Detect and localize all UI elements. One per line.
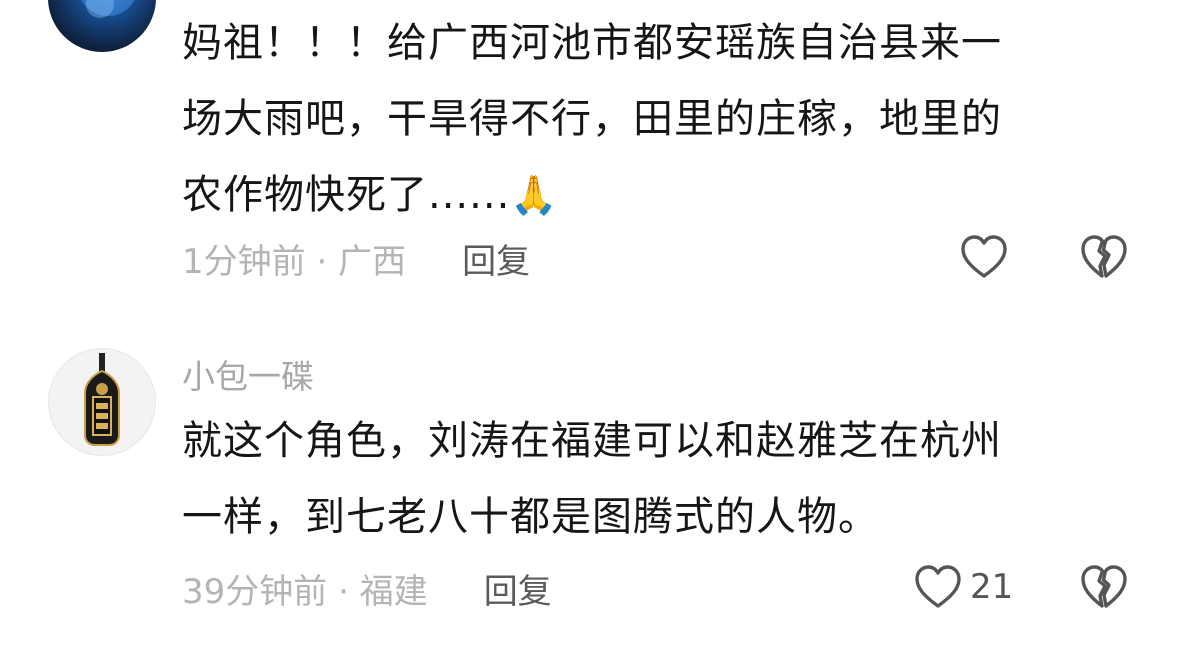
comment-list: 妈祖！！！给广西河池市都安瑶族自治县来一 场大雨吧，干旱得不行，田里的庄稼，地里… — [0, 0, 1179, 661]
avatar[interactable] — [48, 348, 156, 456]
comment-meta: 1分钟前 · 广西 — [182, 241, 407, 282]
avatar-image — [84, 353, 120, 446]
comment-text: 就这个角色，刘涛在福建可以和赵雅芝在杭州 一样，到七老八十都是图腾式的人物。 — [182, 403, 1102, 555]
comment-line: 场大雨吧，干旱得不行，田里的庄稼，地里的 — [182, 96, 1002, 142]
dislike-button[interactable] — [1080, 234, 1128, 280]
comment-line: 一样，到七老八十都是图腾式的人物。 — [182, 494, 879, 540]
broken-heart-icon — [1080, 564, 1128, 610]
avatar[interactable] — [48, 0, 156, 52]
broken-heart-icon — [1080, 234, 1128, 280]
reply-button[interactable]: 回复 — [462, 234, 530, 283]
pray-emoji: 🙏 — [510, 173, 559, 217]
comment-meta-row: 1分钟前 · 广西 回复 — [182, 234, 530, 283]
like-button[interactable] — [960, 234, 1016, 280]
comment-line: 就这个角色，刘涛在福建可以和赵雅芝在杭州 — [182, 418, 1002, 464]
comment-meta: 39分钟前 · 福建 — [182, 571, 428, 612]
like-count: 21 — [970, 567, 1014, 607]
dislike-button[interactable] — [1080, 564, 1128, 610]
comment-text: 妈祖！！！给广西河池市都安瑶族自治县来一 场大雨吧，干旱得不行，田里的庄稼，地里… — [182, 5, 1102, 233]
reply-button[interactable]: 回复 — [484, 564, 552, 613]
comment-line: 妈祖！！！给广西河池市都安瑶族自治县来一 — [182, 20, 1002, 66]
heart-outline-icon — [960, 234, 1008, 280]
username[interactable]: 小包一碟 — [182, 350, 314, 398]
comment-line: 农作物快死了......🙏 — [182, 172, 559, 218]
heart-outline-icon — [914, 564, 962, 610]
avatar-image — [81, 0, 135, 18]
like-button[interactable]: 21 — [914, 564, 1013, 610]
comment-meta-row: 39分钟前 · 福建 回复 — [182, 564, 552, 613]
